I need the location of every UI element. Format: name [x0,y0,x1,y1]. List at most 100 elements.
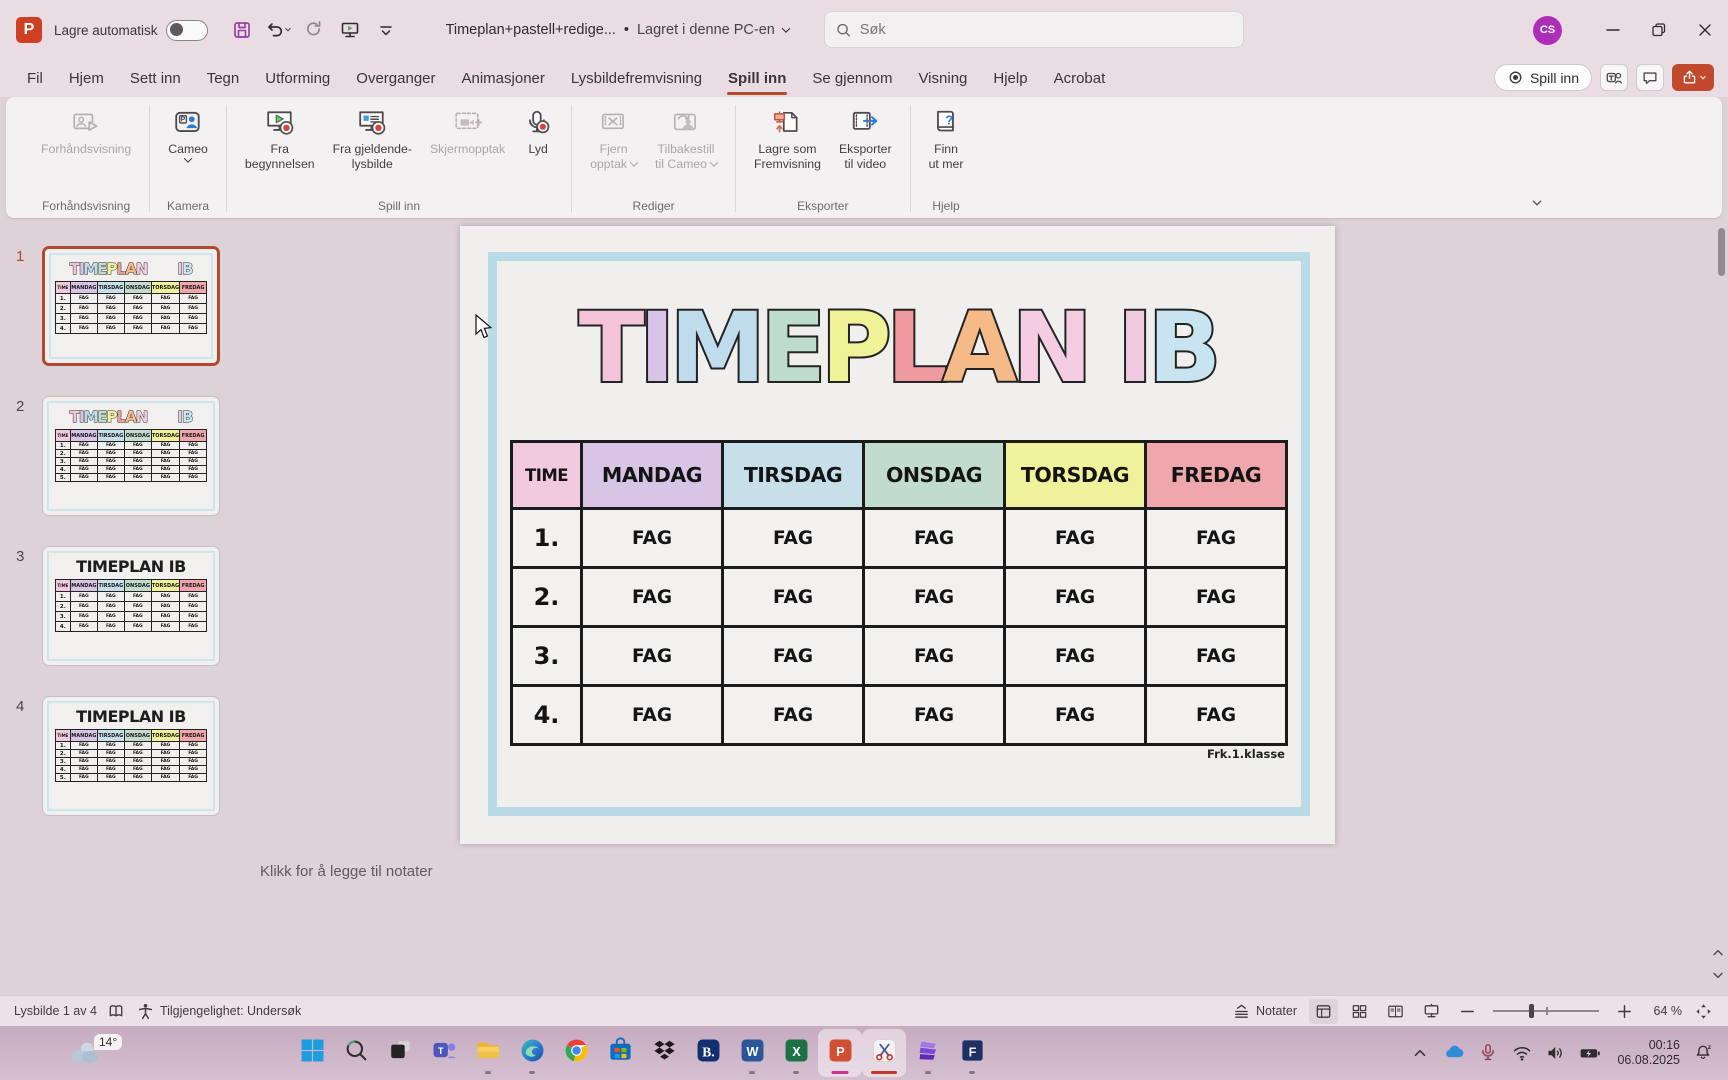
reset-to-cameo-button: Tilbakestilltil Cameo [646,105,726,174]
slide-thumbnail-2[interactable]: TIMEPLANIBTIMEMANDAGTIRSDAGONSDAGTORSDAG… [42,396,220,516]
save-button[interactable] [227,15,257,45]
taskbar-powerpoint-button[interactable]: P [818,1029,862,1077]
export-to-video-button[interactable]: Eksportertil video [830,105,901,174]
slide-sorter-view-button[interactable] [1345,999,1374,1024]
tab-hjelp[interactable]: Hjelp [980,60,1040,97]
redo-button[interactable] [299,15,329,45]
tab-lysbildefremvisning[interactable]: Lysbildefremvisning [558,60,715,97]
tray-overflow-button[interactable] [1408,1041,1432,1065]
group-label: Hjelp [912,198,981,218]
taskbar-taskview-button[interactable] [378,1029,422,1077]
zoom-slider[interactable] [1493,1010,1599,1012]
fit-slide-button[interactable] [1689,999,1718,1024]
next-slide-button[interactable] [1710,967,1726,983]
taskbar-word-button[interactable]: W [730,1029,774,1077]
account-avatar[interactable]: CS [1533,16,1562,45]
spellcheck-icon[interactable] [107,1002,126,1021]
restore-icon [1649,20,1669,40]
accessibility-check[interactable]: Tilgjengelighet: Undersøk [136,1002,301,1021]
clock[interactable]: 00:16 06.08.2025 [1617,1038,1680,1068]
taskbar-store-button[interactable] [598,1029,642,1077]
restore-button[interactable] [1636,0,1682,60]
vertical-scrollbar[interactable] [1718,228,1725,276]
zoom-slider-thumb[interactable] [1529,1004,1534,1018]
search-input[interactable] [860,22,1233,38]
tab-sett-inn[interactable]: Sett inn [117,60,194,97]
volume-icon[interactable] [1544,1041,1568,1065]
table-row: 3.FAGFAGFAGFAGFAG [512,627,1287,686]
share-button[interactable] [1672,64,1714,91]
zoom-level[interactable]: 64 % [1646,1004,1682,1018]
cameo-button[interactable]: PCameo [159,105,217,166]
table-row: 3.FAGFAGFAGFAGFAG [55,314,206,324]
audio-button[interactable]: Lyd [514,105,562,160]
record-from-beginning-button[interactable]: Frabegynnelsen [236,105,324,174]
powerpoint-logo-icon[interactable]: P [16,17,42,43]
slide-title[interactable]: TIMEPLANIB [460,292,1335,404]
tab-acrobat[interactable]: Acrobat [1041,60,1119,97]
comments-button[interactable] [1636,64,1664,91]
tab-overganger[interactable]: Overganger [343,60,448,97]
record-from-current-slide-button[interactable]: Fra gjeldende-lysbilde [324,105,421,174]
document-info[interactable]: Timeplan+pastell+redige... • Lagret i de… [446,22,789,38]
start-slideshow-button[interactable] [335,15,365,45]
reading-view-button[interactable] [1381,999,1410,1024]
tab-se-gjennom[interactable]: Se gjennom [799,60,905,97]
table-cell: FAG [151,324,179,334]
slide-table[interactable]: TIMEMANDAGTIRSDAGONSDAGTORSDAGFREDAG1.FA… [510,440,1288,746]
taskbar-edge-button[interactable] [510,1029,554,1077]
notes-placeholder[interactable]: Klikk for å legge til notater [260,863,433,880]
customize-quick-access-button[interactable] [371,15,401,45]
taskbar-start-button[interactable] [290,1029,334,1077]
screen-record-icon [453,108,483,138]
taskbar-booking-button[interactable]: B. [686,1029,730,1077]
microphone-icon[interactable] [1476,1041,1500,1065]
taskbar-snipping-tool-button[interactable] [862,1029,906,1077]
undo-button[interactable] [263,15,293,45]
table-cell: FAG [864,509,1005,568]
taskbar-excel-button[interactable]: X [774,1029,818,1077]
learn-more-button[interactable]: ?Finnut mer [920,105,973,174]
taskbar-clipchamp-button[interactable] [906,1029,950,1077]
taskbar-teams-button[interactable]: T [422,1029,466,1077]
table-cell: FAG [97,442,124,450]
zoom-out-button[interactable] [1453,999,1482,1024]
taskbar-chrome-button[interactable] [554,1029,598,1077]
previous-slide-button[interactable] [1710,945,1726,961]
notification-bell-icon[interactable]: z [1691,1041,1715,1065]
autosave-toggle[interactable] [166,20,208,41]
taskbar-dropbox-button[interactable] [642,1029,686,1077]
slide-thumbnail-4[interactable]: TIMEPLAN IBTIMEMANDAGTIRSDAGONSDAGTORSDA… [42,696,220,816]
notes-toggle-button[interactable]: Notater [1227,999,1302,1024]
onedrive-icon[interactable] [1442,1041,1466,1065]
tab-hjem[interactable]: Hjem [56,60,117,97]
battery-icon[interactable] [1578,1041,1602,1065]
wifi-icon[interactable] [1510,1041,1534,1065]
record-button[interactable]: Spill inn [1494,64,1592,91]
tab-tegn[interactable]: Tegn [194,60,253,97]
tab-fil[interactable]: Fil [14,60,56,97]
title-letter: N [1012,292,1087,404]
tab-utforming[interactable]: Utforming [252,60,343,97]
slide-canvas[interactable]: TIMEPLANIB TIMEMANDAGTIRSDAGONSDAGTORSDA… [460,226,1335,844]
tab-spill-inn[interactable]: Spill inn [715,60,799,97]
tab-visning[interactable]: Visning [905,60,980,97]
weather-widget[interactable]: 14° [66,1034,122,1068]
normal-view-button[interactable] [1309,999,1338,1024]
save-as-show-button[interactable]: Lagre somFremvisning [745,105,830,174]
table-cell: FAG [151,750,179,758]
table-cell: FAG [124,466,151,474]
slideshow-view-button[interactable] [1417,999,1446,1024]
search-bar[interactable] [824,11,1244,48]
minimize-button[interactable] [1590,0,1636,60]
slide-thumbnail-1[interactable]: TIMEPLANIBTIMEMANDAGTIRSDAGONSDAGTORSDAG… [42,246,220,366]
teams-share-button[interactable] [1600,64,1628,91]
taskbar-search-taskbar-button[interactable] [334,1029,378,1077]
collapse-ribbon-button[interactable] [1528,194,1546,212]
taskbar-fdrive-button[interactable]: F [950,1029,994,1077]
tab-animasjoner[interactable]: Animasjoner [449,60,558,97]
close-button[interactable] [1682,0,1728,60]
taskbar-explorer-button[interactable] [466,1029,510,1077]
zoom-in-button[interactable] [1610,999,1639,1024]
slide-thumbnail-3[interactable]: TIMEPLAN IBTIMEMANDAGTIRSDAGONSDAGTORSDA… [42,546,220,666]
